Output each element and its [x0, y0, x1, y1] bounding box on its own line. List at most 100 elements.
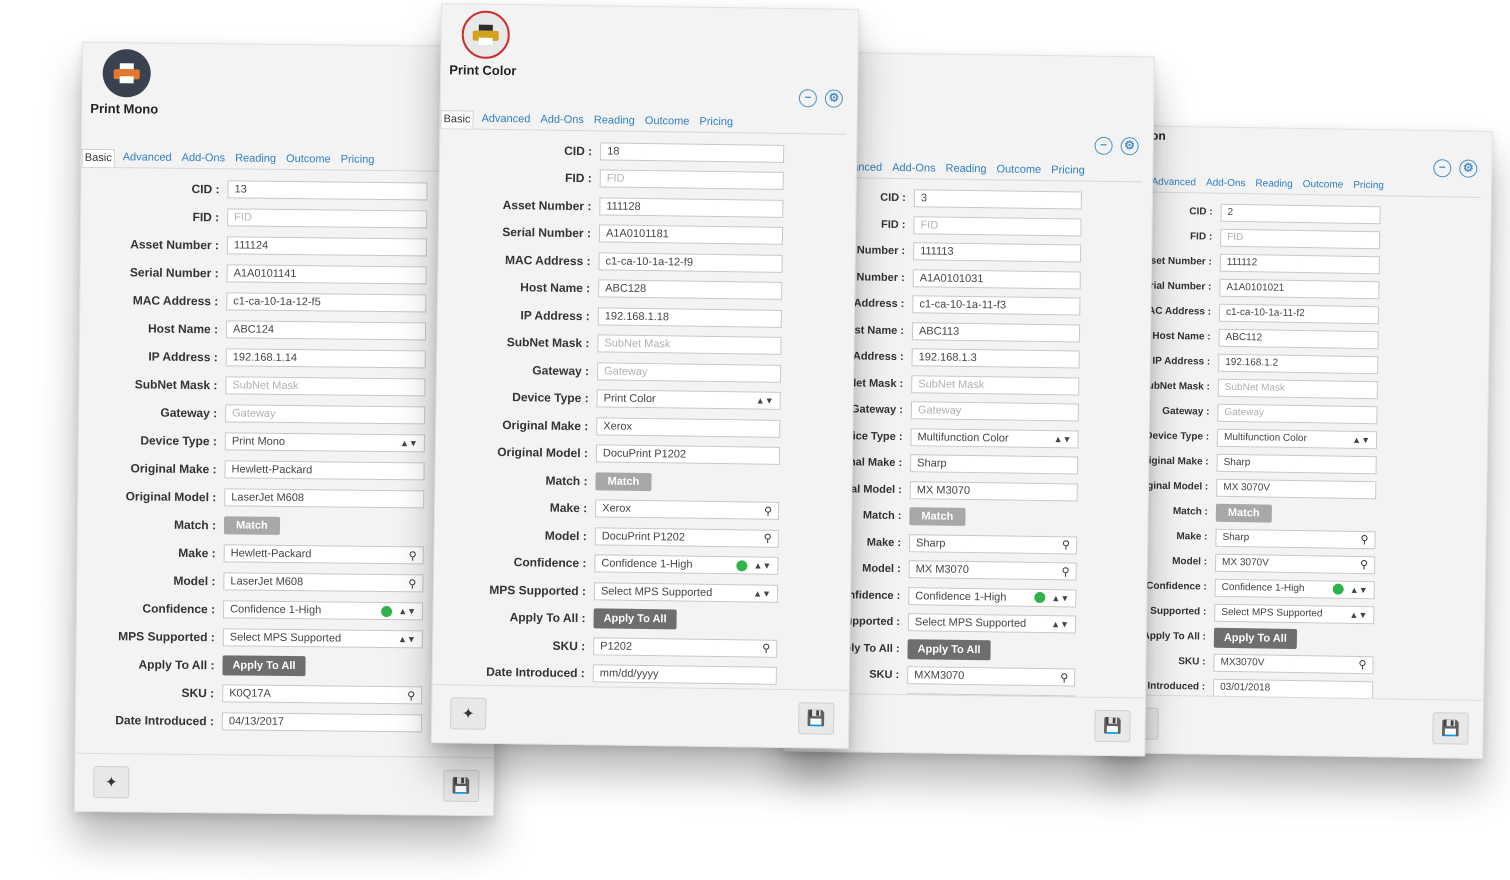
original-make-field[interactable]: Hewlett-Packard: [224, 460, 425, 481]
ip-address-field[interactable]: 192.168.1.2: [1218, 353, 1379, 374]
tab-reading[interactable]: Reading: [943, 161, 988, 180]
original-model-field[interactable]: MX M3070: [909, 480, 1078, 502]
search-icon[interactable]: ⚲: [1062, 565, 1070, 578]
sku-search-field[interactable]: MX3070V ⚲: [1213, 653, 1374, 674]
subnet-mask-field[interactable]: SubNet Mask: [1217, 378, 1378, 399]
device-type-select[interactable]: Multifunction Color ▲▼: [1216, 428, 1378, 449]
asset-number-field[interactable]: 111128: [599, 197, 784, 218]
match-button[interactable]: Match: [223, 516, 280, 535]
confidence-select[interactable]: Confidence 1-High ▲▼: [1214, 578, 1375, 599]
mps-supported-select[interactable]: Select MPS Supported ▲▼: [222, 628, 423, 649]
host-name-field[interactable]: ABC113: [911, 321, 1081, 343]
save-disk-icon[interactable]: 💾: [1432, 712, 1469, 745]
model-search-field[interactable]: MX 3070V ⚲: [1214, 553, 1376, 574]
original-model-field[interactable]: DocuPrint P1202: [595, 444, 781, 466]
tab-pricing[interactable]: Pricing: [1049, 162, 1087, 181]
tab-outcome[interactable]: Outcome: [284, 151, 333, 170]
apply-to-all-button[interactable]: Apply To All: [1213, 627, 1298, 649]
match-button[interactable]: Match: [1215, 503, 1272, 523]
tab-outcome[interactable]: Outcome: [643, 113, 692, 132]
original-make-field[interactable]: Sharp: [910, 454, 1079, 475]
tab-addons[interactable]: Add-Ons: [1204, 175, 1248, 193]
match-button[interactable]: Match: [595, 472, 652, 491]
cid-field[interactable]: 3: [913, 189, 1082, 210]
tab-advanced[interactable]: Advanced: [121, 149, 174, 168]
host-name-field[interactable]: ABC124: [225, 320, 427, 341]
search-icon[interactable]: ⚲: [1360, 558, 1368, 571]
tab-pricing[interactable]: Pricing: [697, 114, 735, 133]
model-search-field[interactable]: LaserJet M608 ⚲: [223, 572, 424, 593]
fid-field[interactable]: FID: [227, 208, 428, 229]
model-search-field[interactable]: DocuPrint P1202 ⚲: [594, 527, 779, 548]
save-disk-icon[interactable]: 💾: [443, 769, 480, 803]
device-type-select[interactable]: Print Mono ▲▼: [224, 432, 425, 453]
minus-circle-icon[interactable]: −: [1094, 136, 1113, 155]
mps-supported-select[interactable]: Select MPS Supported ▲▼: [907, 613, 1077, 634]
gateway-field[interactable]: Gateway: [1217, 403, 1378, 424]
original-model-field[interactable]: MX 3070V: [1216, 478, 1377, 499]
model-search-field[interactable]: MX M3070 ⚲: [908, 560, 1077, 581]
make-search-field[interactable]: Sharp ⚲: [908, 533, 1078, 555]
ip-address-field[interactable]: 192.168.1.3: [911, 348, 1080, 369]
mac-address-field[interactable]: c1-ca-10-1a-12-f5: [226, 292, 427, 313]
mac-address-field[interactable]: c1-ca-10-1a-11-f2: [1218, 303, 1380, 324]
gear-circle-icon[interactable]: ⚙: [824, 89, 844, 108]
search-icon[interactable]: ⚲: [1358, 658, 1366, 671]
gear-circle-icon[interactable]: ⚙: [1459, 159, 1478, 178]
confidence-select[interactable]: Confidence 1-High ▲▼: [594, 554, 779, 576]
original-make-field[interactable]: Xerox: [596, 417, 781, 438]
mac-address-field[interactable]: c1-ca-10-1a-12-f9: [598, 252, 783, 273]
serial-number-field[interactable]: A1A0101021: [1219, 278, 1380, 299]
tab-basic[interactable]: Basic: [440, 110, 474, 129]
cid-field[interactable]: 13: [227, 180, 428, 201]
subnet-mask-field[interactable]: SubNet Mask: [911, 374, 1080, 396]
tab-reading[interactable]: Reading: [1253, 176, 1295, 194]
tab-advanced[interactable]: Advanced: [1149, 175, 1198, 193]
serial-number-field[interactable]: A1A0101141: [226, 264, 427, 285]
subnet-mask-field[interactable]: SubNet Mask: [225, 376, 426, 397]
search-icon[interactable]: ⚲: [408, 577, 416, 590]
tab-reading[interactable]: Reading: [233, 150, 278, 168]
tab-reading[interactable]: Reading: [592, 112, 637, 131]
cid-field[interactable]: 2: [1220, 203, 1381, 224]
minus-circle-icon[interactable]: −: [1433, 159, 1452, 178]
ip-address-field[interactable]: 192.168.1.14: [225, 348, 426, 369]
serial-number-field[interactable]: A1A0101031: [912, 268, 1081, 290]
save-disk-icon[interactable]: 💾: [798, 702, 835, 735]
serial-number-field[interactable]: A1A0101181: [598, 224, 784, 246]
apply-to-all-button[interactable]: Apply To All: [222, 655, 306, 677]
tab-outcome[interactable]: Outcome: [994, 161, 1043, 180]
fid-field[interactable]: FID: [599, 169, 784, 191]
search-icon[interactable]: ⚲: [1062, 539, 1070, 552]
save-disk-icon[interactable]: 💾: [1094, 709, 1131, 743]
original-make-field[interactable]: Sharp: [1216, 453, 1377, 474]
target-icon[interactable]: ✦: [93, 765, 130, 799]
gear-circle-icon[interactable]: ⚙: [1120, 137, 1139, 156]
make-search-field[interactable]: Sharp ⚲: [1215, 528, 1376, 549]
tab-addons[interactable]: Add-Ons: [538, 111, 586, 130]
asset-number-field[interactable]: 111124: [226, 236, 428, 257]
apply-to-all-button[interactable]: Apply To All: [593, 608, 677, 630]
date-introduced-field[interactable]: 04/13/2017: [221, 712, 423, 733]
original-model-field[interactable]: LaserJet M608: [224, 488, 425, 509]
mac-address-field[interactable]: c1-ca-10-1a-11-f3: [912, 295, 1081, 316]
tab-advanced[interactable]: Advanced: [479, 111, 532, 130]
search-icon[interactable]: ⚲: [407, 689, 415, 702]
sku-search-field[interactable]: K0Q17A ⚲: [222, 684, 423, 705]
fid-field[interactable]: FID: [1220, 228, 1381, 249]
subnet-mask-field[interactable]: SubNet Mask: [597, 334, 782, 356]
ip-address-field[interactable]: 192.168.1.18: [597, 307, 782, 328]
search-icon[interactable]: ⚲: [764, 532, 772, 545]
minus-circle-icon[interactable]: −: [798, 89, 818, 108]
host-name-field[interactable]: ABC112: [1218, 328, 1379, 349]
confidence-select[interactable]: Confidence 1-High ▲▼: [908, 586, 1077, 608]
tab-pricing[interactable]: Pricing: [1351, 178, 1386, 196]
tab-pricing[interactable]: Pricing: [339, 152, 377, 170]
host-name-field[interactable]: ABC128: [598, 279, 783, 301]
target-icon[interactable]: ✦: [450, 697, 487, 730]
search-icon[interactable]: ⚲: [1360, 533, 1368, 546]
gateway-field[interactable]: Gateway: [596, 362, 782, 383]
tab-addons[interactable]: Add-Ons: [890, 160, 938, 179]
tab-basic[interactable]: Basic: [81, 148, 115, 168]
gateway-field[interactable]: Gateway: [910, 401, 1080, 422]
